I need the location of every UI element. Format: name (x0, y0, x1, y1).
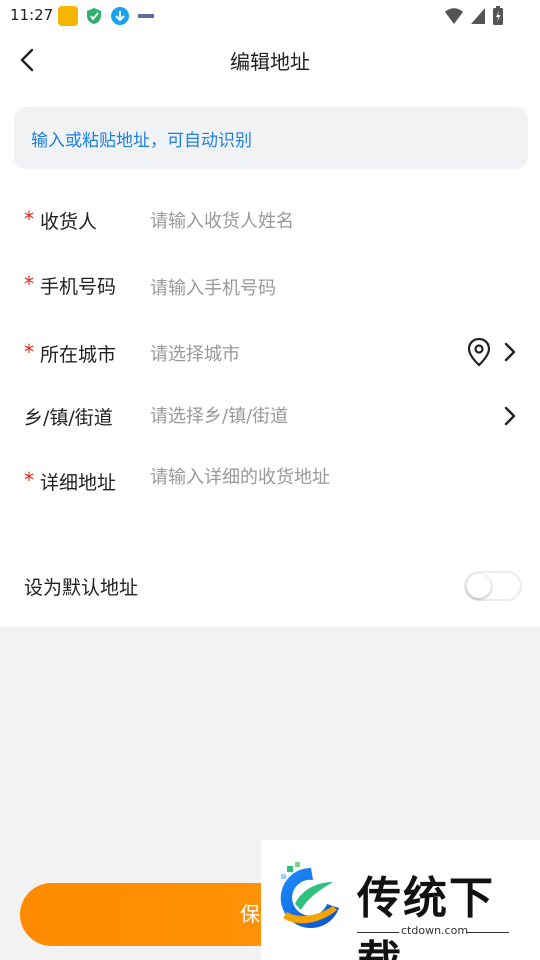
header-bar: 编辑地址 (0, 32, 540, 88)
address-form: 输入或粘贴地址，可自动识别 * 收货人 请输入收货人姓名 * 手机号码 请输入手… (0, 88, 540, 627)
field-label-recipient: 收货人 (40, 211, 98, 233)
chevron-right-icon[interactable] (502, 341, 518, 363)
signal-icon (471, 8, 485, 24)
town-select[interactable]: 请选择乡/镇/街道 (150, 402, 288, 428)
field-town[interactable]: 乡/镇/街道 请选择乡/镇/街道 (0, 403, 540, 453)
shield-leaf-icon (87, 8, 101, 24)
watermark-domain: ctdown.com (401, 924, 469, 937)
required-mark: * (24, 340, 34, 364)
status-bar: 11:27 (0, 0, 540, 32)
divider (467, 932, 509, 933)
default-address-label: 设为默认地址 (24, 577, 139, 599)
paste-address-hint: 输入或粘贴地址，可自动识别 (31, 131, 252, 151)
status-time: 11:27 (10, 6, 54, 24)
field-city[interactable]: * 所在城市 请选择城市 (0, 337, 540, 390)
required-mark: * (24, 272, 34, 296)
field-label-phone: 手机号码 (40, 276, 117, 298)
watermark-brand: 传统下载 (357, 873, 495, 960)
location-pin-icon[interactable] (466, 337, 492, 367)
toggle-knob (467, 574, 491, 598)
field-label-detail: 详细地址 (40, 472, 117, 494)
wifi-icon (445, 8, 463, 24)
app-badge-icon (58, 6, 78, 26)
detail-address-input[interactable]: 请输入详细的收货地址 (150, 463, 330, 489)
required-mark: * (24, 468, 34, 492)
phone-input[interactable]: 请输入手机号码 (150, 274, 276, 300)
field-label-city: 所在城市 (40, 344, 117, 366)
battery-icon (493, 6, 503, 25)
default-address-toggle[interactable] (464, 571, 522, 601)
field-phone: * 手机号码 请输入手机号码 (0, 272, 540, 322)
paste-address-box[interactable]: 输入或粘贴地址，可自动识别 (14, 107, 528, 169)
ctdown-logo-icon (280, 862, 339, 928)
city-select[interactable]: 请选择城市 (150, 340, 240, 366)
page-title: 编辑地址 (230, 50, 310, 74)
field-label-town: 乡/镇/街道 (24, 407, 113, 429)
status-app-icons (58, 6, 156, 26)
field-detail-address: * 详细地址 请输入详细的收货地址 (0, 466, 540, 516)
recipient-input[interactable]: 请输入收货人姓名 (150, 207, 294, 233)
divider (357, 932, 399, 933)
download-icon (111, 7, 129, 25)
watermark: 传统下载 ctdown.com (261, 840, 540, 960)
chevron-right-icon[interactable] (502, 405, 518, 427)
required-mark: * (24, 207, 34, 231)
field-recipient: * 收货人 请输入收货人姓名 (0, 205, 540, 255)
small-app-icon (138, 14, 154, 18)
status-right-icons (444, 6, 504, 26)
